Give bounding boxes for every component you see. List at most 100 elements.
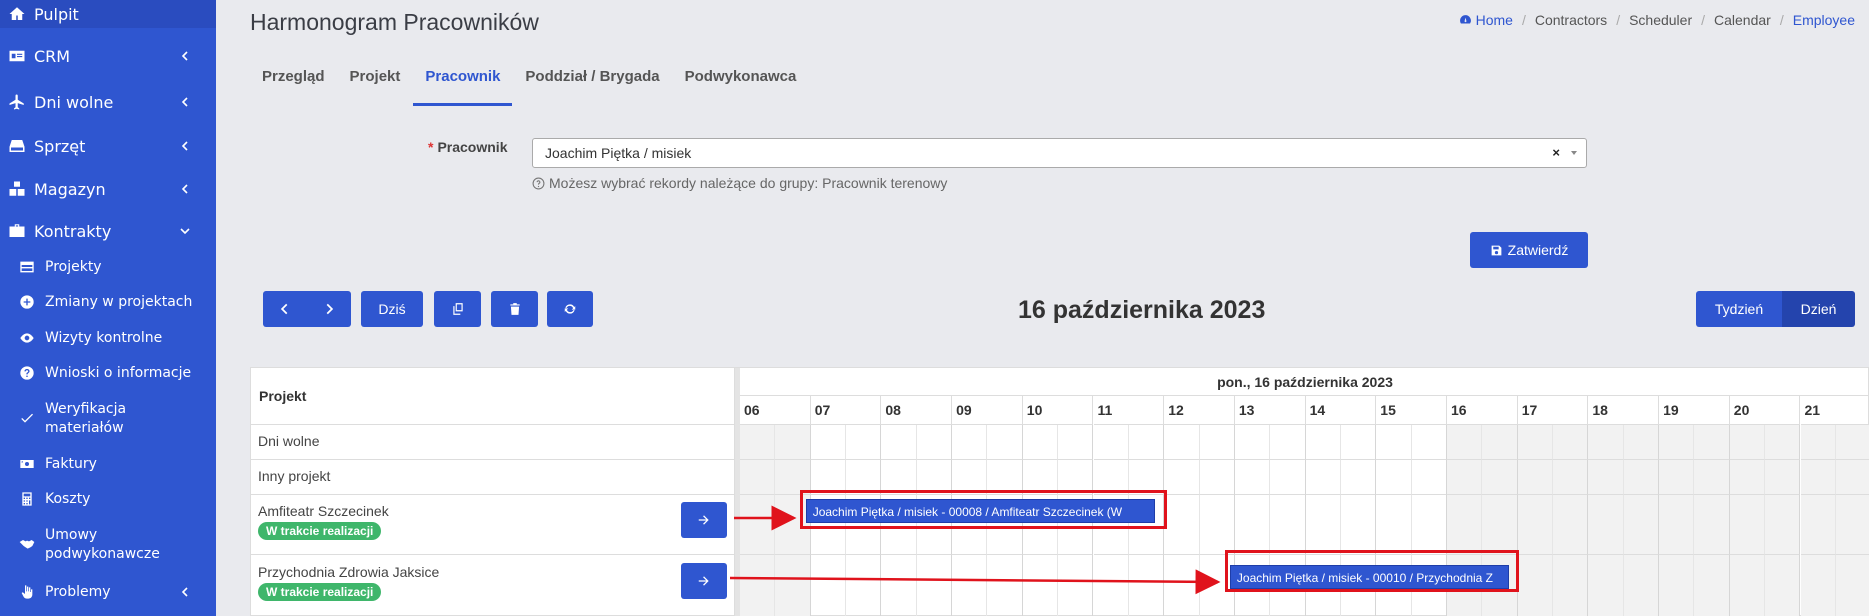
time-slot[interactable] bbox=[1659, 495, 1695, 555]
time-slot[interactable] bbox=[1199, 495, 1235, 555]
time-slot[interactable] bbox=[1164, 495, 1200, 555]
time-slot[interactable] bbox=[1199, 425, 1235, 460]
confirm-button[interactable]: Zatwierdź bbox=[1470, 232, 1588, 268]
time-slot[interactable] bbox=[1694, 425, 1730, 460]
time-slot[interactable] bbox=[1270, 460, 1306, 495]
time-slot[interactable] bbox=[1588, 555, 1624, 616]
time-slot[interactable] bbox=[1800, 425, 1836, 460]
time-slot[interactable] bbox=[1623, 495, 1660, 555]
time-slot[interactable] bbox=[1517, 460, 1554, 495]
tab-podwykonawca[interactable]: Podwykonawca bbox=[673, 64, 809, 106]
time-slot[interactable] bbox=[917, 555, 953, 616]
refresh-button[interactable] bbox=[547, 291, 593, 327]
time-slot[interactable] bbox=[987, 425, 1023, 460]
time-slot[interactable] bbox=[1659, 425, 1695, 460]
time-slot[interactable] bbox=[740, 425, 776, 460]
go-to-project-button[interactable] bbox=[681, 502, 727, 538]
sidebar-subitem-umowy[interactable]: Umowy podwykonawcze bbox=[0, 526, 216, 564]
time-slot[interactable] bbox=[1729, 425, 1766, 460]
sidebar-subitem-zmiany[interactable]: Zmiany w projektach bbox=[0, 293, 216, 312]
time-slot[interactable] bbox=[740, 495, 776, 555]
sidebar-item-crm[interactable]: CRM bbox=[0, 40, 216, 72]
time-slot[interactable] bbox=[1835, 460, 1869, 495]
time-slot[interactable] bbox=[846, 555, 882, 616]
next-button[interactable] bbox=[322, 302, 336, 316]
tab-pracownik[interactable]: Pracownik bbox=[413, 64, 513, 106]
time-slot[interactable] bbox=[1022, 425, 1059, 460]
time-slot[interactable] bbox=[811, 555, 847, 616]
time-slot[interactable] bbox=[1058, 425, 1094, 460]
time-slot[interactable] bbox=[1623, 555, 1660, 616]
go-to-project-button[interactable] bbox=[681, 563, 727, 599]
time-slot[interactable] bbox=[740, 460, 776, 495]
employee-select[interactable]: Joachim Piętka / misiek × bbox=[532, 138, 1587, 168]
time-slot[interactable] bbox=[952, 555, 988, 616]
time-slot[interactable] bbox=[1729, 555, 1766, 616]
sidebar-subitem-koszty[interactable]: Koszty bbox=[0, 490, 216, 509]
time-slot[interactable] bbox=[1800, 555, 1836, 616]
time-slot[interactable] bbox=[1694, 495, 1730, 555]
time-slot[interactable] bbox=[1588, 460, 1624, 495]
time-slot[interactable] bbox=[1411, 495, 1447, 555]
breadcrumb-contractors[interactable]: Contractors bbox=[1535, 12, 1607, 28]
time-slot[interactable] bbox=[1093, 425, 1129, 460]
time-slot[interactable] bbox=[1623, 460, 1660, 495]
sidebar-item-dni-wolne[interactable]: Dni wolne bbox=[0, 86, 216, 118]
time-slot[interactable] bbox=[1305, 425, 1341, 460]
time-slot[interactable] bbox=[1800, 495, 1836, 555]
sidebar-item-problemy[interactable]: Problemy bbox=[0, 580, 216, 604]
time-slot[interactable] bbox=[1482, 425, 1518, 460]
time-slot[interactable] bbox=[1623, 425, 1660, 460]
time-slot[interactable] bbox=[1199, 460, 1235, 495]
time-slot[interactable] bbox=[1729, 495, 1766, 555]
time-slot[interactable] bbox=[1517, 555, 1554, 616]
time-slot[interactable] bbox=[1376, 425, 1412, 460]
time-slot[interactable] bbox=[1129, 555, 1165, 616]
time-slot[interactable] bbox=[1765, 495, 1801, 555]
breadcrumb-calendar[interactable]: Calendar bbox=[1714, 12, 1771, 28]
time-slot[interactable] bbox=[1800, 460, 1836, 495]
time-slot[interactable] bbox=[1765, 425, 1801, 460]
time-slot[interactable] bbox=[1164, 460, 1200, 495]
breadcrumb-scheduler[interactable]: Scheduler bbox=[1629, 12, 1692, 28]
time-slot[interactable] bbox=[987, 555, 1023, 616]
time-slot[interactable] bbox=[1094, 555, 1129, 616]
today-button[interactable]: Dziś bbox=[361, 291, 423, 327]
time-slot[interactable] bbox=[1305, 495, 1341, 555]
breadcrumb-home[interactable]: Home bbox=[1459, 12, 1513, 28]
time-slot[interactable] bbox=[1340, 460, 1377, 495]
time-slot[interactable] bbox=[1164, 555, 1200, 616]
time-slot[interactable] bbox=[1376, 460, 1412, 495]
time-slot[interactable] bbox=[1835, 425, 1869, 460]
copy-button[interactable] bbox=[434, 291, 481, 327]
tab-poddzial-brygada[interactable]: Poddział / Brygada bbox=[513, 64, 671, 106]
time-slot[interactable] bbox=[1340, 425, 1377, 460]
sidebar-item-kontrakty[interactable]: Kontrakty bbox=[0, 215, 216, 247]
time-slot[interactable] bbox=[740, 555, 776, 616]
dropdown-arrow-icon[interactable] bbox=[1571, 151, 1577, 155]
time-slot[interactable] bbox=[1694, 460, 1730, 495]
time-slot[interactable] bbox=[1482, 495, 1518, 555]
time-slot[interactable] bbox=[810, 425, 847, 460]
time-slot[interactable] bbox=[1588, 425, 1624, 460]
time-slot[interactable] bbox=[1517, 425, 1554, 460]
time-slot[interactable] bbox=[1659, 460, 1695, 495]
time-slot[interactable] bbox=[881, 555, 917, 616]
time-slot[interactable] bbox=[1517, 495, 1554, 555]
view-week-button[interactable]: Tydzień bbox=[1696, 291, 1782, 327]
time-slot[interactable] bbox=[1482, 460, 1518, 495]
sidebar-subitem-projekty[interactable]: Projekty bbox=[0, 258, 216, 277]
time-slot[interactable] bbox=[1694, 555, 1730, 616]
time-slot[interactable] bbox=[775, 555, 811, 616]
breadcrumb-employee[interactable]: Employee bbox=[1793, 12, 1855, 28]
sidebar-subitem-weryfikacja[interactable]: Weryfikacja materiałów bbox=[0, 400, 216, 438]
time-slot[interactable] bbox=[846, 425, 882, 460]
time-slot[interactable] bbox=[1411, 425, 1447, 460]
time-slot[interactable] bbox=[1411, 460, 1447, 495]
time-slot[interactable] bbox=[1164, 425, 1200, 460]
time-slot[interactable] bbox=[952, 425, 988, 460]
tab-projekt[interactable]: Projekt bbox=[338, 64, 413, 106]
time-slot[interactable] bbox=[1553, 555, 1589, 616]
time-slot[interactable] bbox=[1553, 425, 1589, 460]
time-slot[interactable] bbox=[1340, 495, 1377, 555]
